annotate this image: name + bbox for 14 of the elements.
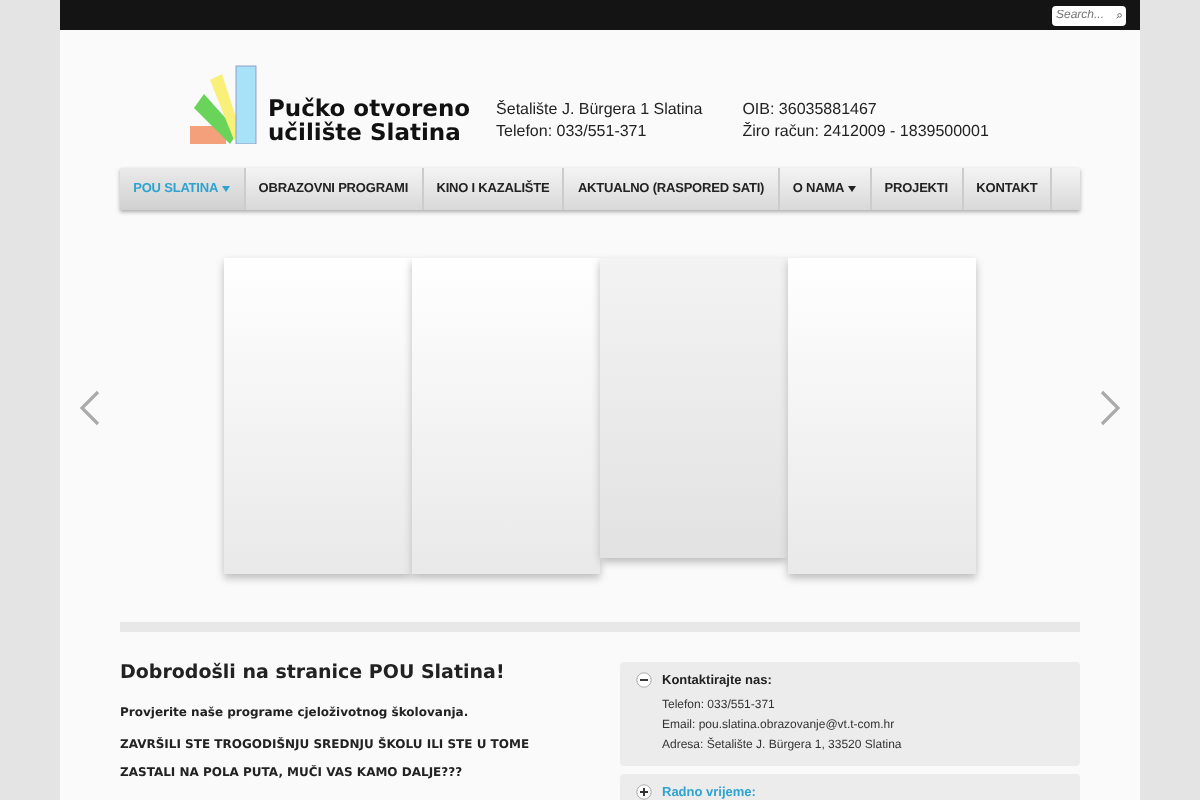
logo-text: Pučko otvoreno učilište Slatina (268, 96, 471, 144)
contact-text: Žiro račun: 2412009 - 1839500001 (742, 120, 989, 142)
slide-panel[interactable] (788, 258, 976, 574)
welcome-heading: Dobrodošli na stranice POU Slatina! (120, 662, 507, 684)
search-icon[interactable] (1112, 5, 1126, 25)
slide-panel[interactable] (600, 258, 788, 558)
logo-icon (190, 64, 262, 144)
plus-icon[interactable] (636, 784, 652, 800)
contact-text: Šetalište J. Bürgera 1 Slatina (496, 98, 703, 120)
slide-panel[interactable] (412, 258, 600, 574)
contact-text: OIB: 36035881467 (742, 98, 879, 120)
minus-icon[interactable] (636, 672, 652, 688)
slide-panel[interactable] (224, 258, 412, 574)
contact-text: Telefon: 033/551-371 (496, 120, 649, 142)
